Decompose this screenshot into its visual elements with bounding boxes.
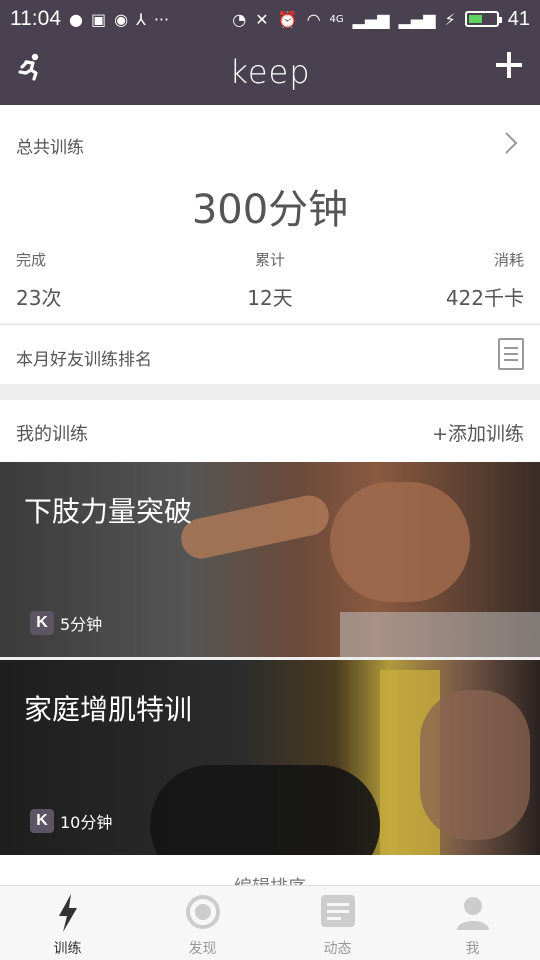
stat-calories: 消耗 422千卡 [446,249,524,311]
training-summary-card[interactable]: 总共训练 300分钟 完成 23次 累计 12天 消耗 422千卡 [0,105,540,323]
alarm-icon: ⏰ [277,9,298,29]
wifi-icon: ◠ [306,9,321,29]
bottom-tab-bar: 训练 发现 动态 我 [0,885,540,960]
system-icons: ◔ ✕ ⏰ ◠ 4G ▂▄▆ ▂▄▆ ⚡ 41 [232,8,530,31]
stat-value: 422千卡 [445,286,524,310]
total-training-label: 总共训练 [16,138,84,158]
tab-me[interactable]: 我 [405,886,540,960]
tab-label: 训练 [53,941,82,957]
chevron-right-icon[interactable] [504,132,518,154]
aperture-icon: ◉ [114,9,129,29]
runner-icon[interactable] [14,52,44,82]
battery-fill [468,15,483,23]
course-duration: 5分钟 [60,615,103,634]
friend-ranking-label: 本月好友训练排名 [16,350,152,370]
keep-badge-icon: K [30,809,54,833]
signal-icon-2: ▂▄▆ [398,9,436,29]
tab-label: 发现 [188,941,217,957]
course-name: 下肢力量突破 [24,495,193,528]
app-header: keep [0,38,540,105]
tab-discover[interactable]: 发现 [135,886,270,960]
signal-icon: ▂▄▆ [352,9,390,29]
course-card[interactable]: 下肢力量突破 K 5分钟 [0,462,540,657]
charging-icon: ⚡ [444,9,456,29]
status-bar: 11:04 ● ▣ ◉ ⅄ ··· ◔ ✕ ⏰ ◠ 4G ▂▄▆ ▂▄▆ ⚡ 4… [0,0,540,38]
friend-ranking-row[interactable]: 本月好友训练排名 [0,324,540,384]
course-name: 家庭增肌特训 [24,693,193,726]
tab-label: 我 [465,941,480,957]
feed-icon [320,895,355,927]
mute-icon: ✕ [255,9,269,29]
person-icon [456,897,489,930]
add-training-button[interactable]: +添加训练 [432,419,524,446]
document-icon [498,338,524,370]
keep-badge-icon: K [30,611,54,635]
course-meta: K 10分钟 [30,809,112,833]
course-card[interactable]: 家庭增肌特训 K 10分钟 [0,660,540,855]
total-training-value: 300分钟 [191,187,349,233]
target-icon [185,895,220,929]
more-icon: ··· [153,9,170,29]
image-icon: ▣ [90,9,107,29]
status-time: 11:04 [10,7,61,30]
course-duration: 10分钟 [60,813,113,832]
tab-label: 动态 [323,941,352,957]
tab-feed[interactable]: 动态 [270,886,405,960]
battery-icon [464,11,502,27]
chat-icon: ● [69,9,83,29]
notification-icons: ● ▣ ◉ ⅄ ··· [69,10,169,29]
plus-icon[interactable] [496,52,522,78]
edit-order-row[interactable]: 编辑排序 [0,855,540,898]
tab-training[interactable]: 训练 [0,886,135,960]
course-meta: K 5分钟 [30,611,102,635]
stat-label: 消耗 [493,251,524,269]
nfc-icon: ◔ [232,9,247,29]
share-icon: ⅄ [136,9,146,29]
network-type: 4G [329,13,344,25]
app-logo: keep [229,52,311,91]
my-training-title: 我的训练 [16,424,88,445]
my-training-header: 我的训练 +添加训练 [0,400,540,462]
bolt-icon [58,894,77,932]
battery-percent: 41 [507,7,530,30]
